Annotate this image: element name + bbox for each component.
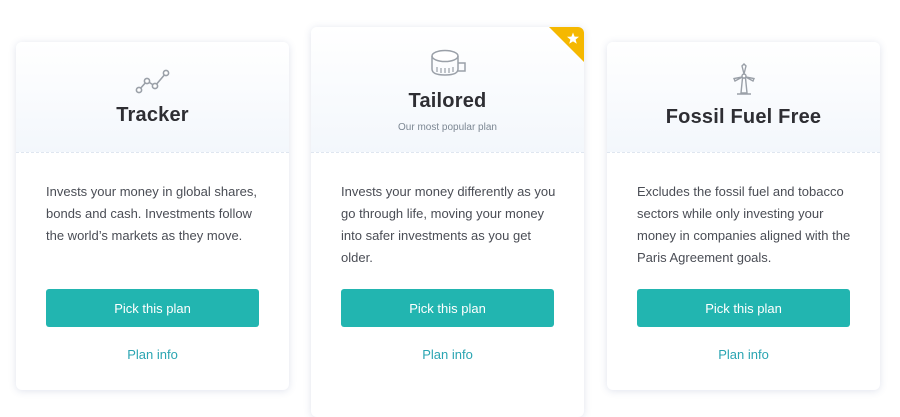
plan-card-tailored: Tailored Our most popular plan Invests y… [311, 27, 584, 417]
star-icon [549, 27, 584, 62]
plan-card-header: Tracker [16, 42, 289, 153]
pick-plan-button[interactable]: Pick this plan [637, 289, 850, 327]
plan-description: Excludes the fossil fuel and tobacco sec… [637, 184, 851, 265]
plan-subtitle: Our most popular plan [398, 122, 497, 133]
plan-description: Invests your money in global shares, bon… [46, 184, 257, 243]
measuring-tape-icon [430, 49, 466, 76]
plan-info-link[interactable]: Plan info [607, 347, 880, 362]
plan-card-fossil-fuel-free: Fossil Fuel Free Excludes the fossil fue… [607, 42, 880, 390]
plan-title: Fossil Fuel Free [665, 106, 822, 128]
plan-description: Invests your money differently as you go… [341, 184, 556, 265]
pick-plan-button[interactable]: Pick this plan [46, 289, 259, 327]
plan-card-tracker: Tracker Invests your money in global sha… [16, 42, 289, 390]
pick-plan-button[interactable]: Pick this plan [341, 289, 554, 327]
plan-info-link[interactable]: Plan info [311, 347, 584, 362]
plan-card-header: Fossil Fuel Free [607, 42, 880, 153]
wind-turbine-icon [732, 63, 755, 95]
plan-card-header: Tailored Our most popular plan [311, 27, 584, 153]
plan-title: Tailored [408, 90, 487, 112]
line-chart-icon [135, 69, 169, 94]
plan-title: Tracker [116, 104, 189, 126]
plan-info-link[interactable]: Plan info [16, 347, 289, 362]
